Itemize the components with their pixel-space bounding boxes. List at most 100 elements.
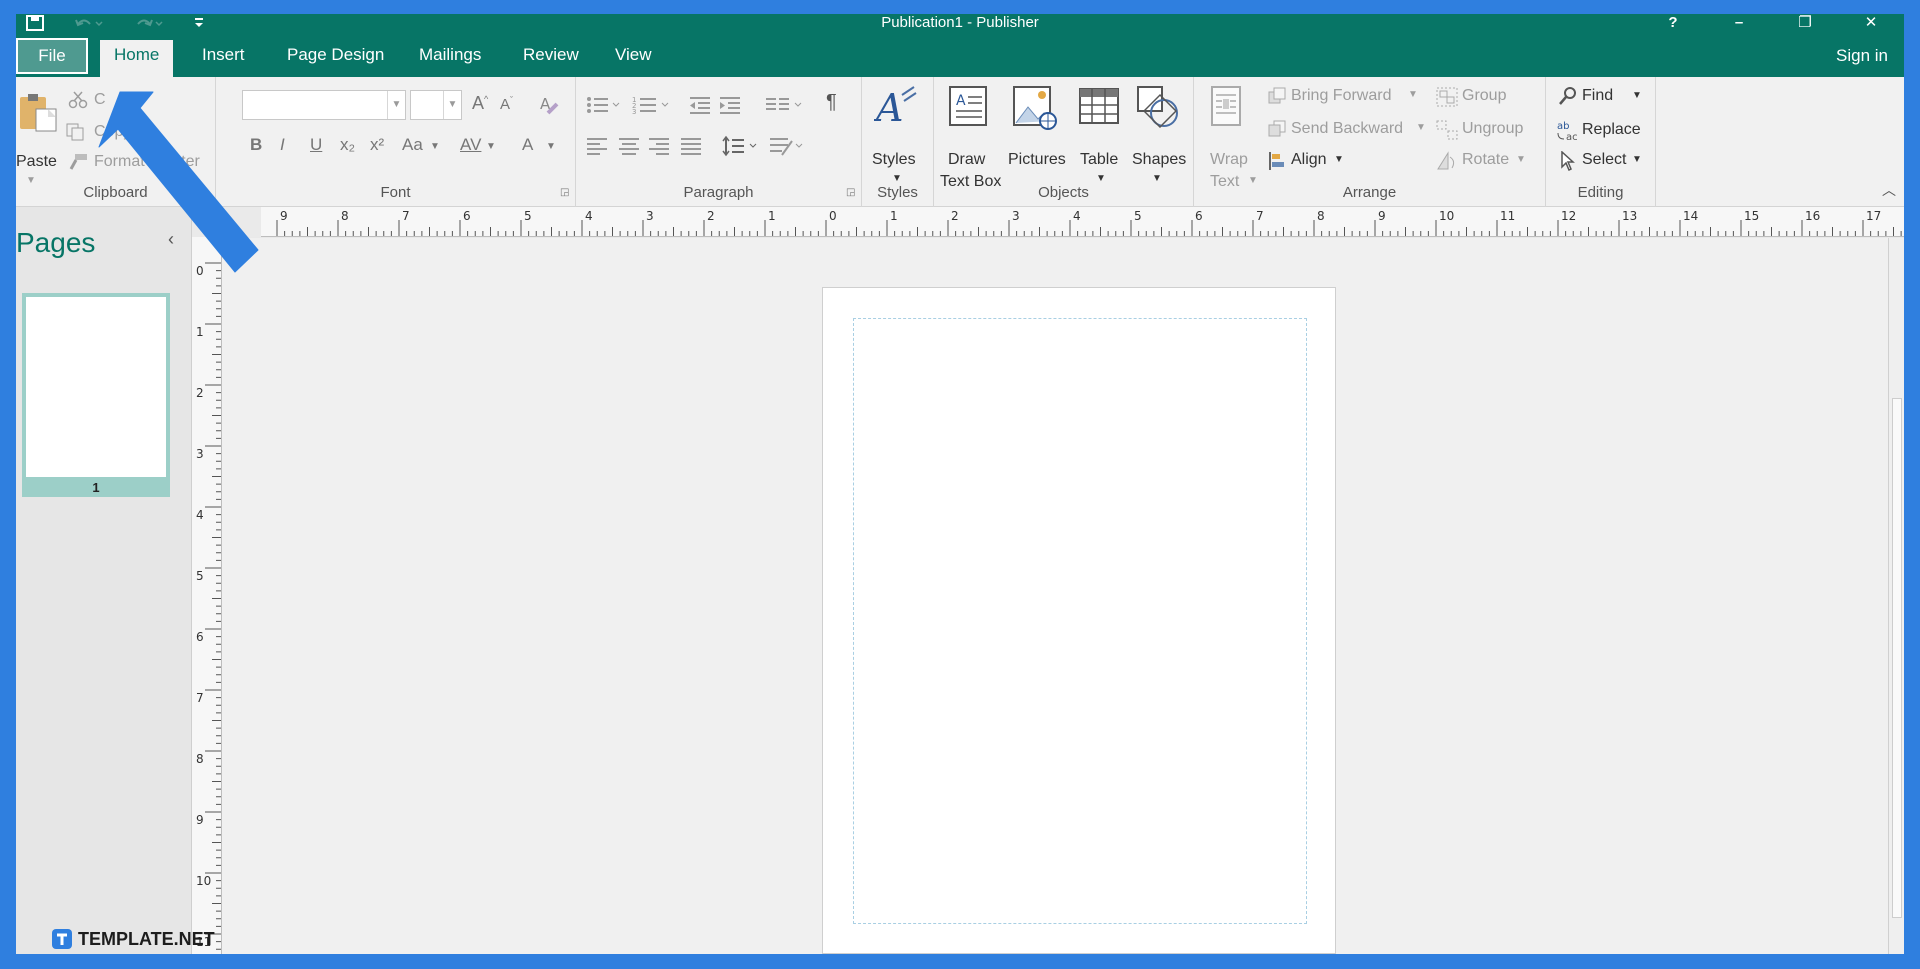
character-spacing-button[interactable]: AV bbox=[460, 135, 481, 155]
tab-mailings[interactable]: Mailings bbox=[405, 40, 495, 77]
subscript-button[interactable]: x₂ bbox=[340, 135, 355, 155]
copy-button[interactable]: Copy bbox=[94, 123, 131, 141]
bold-button[interactable]: B bbox=[250, 135, 262, 155]
chevron-down-icon[interactable]: ▼ bbox=[1632, 154, 1642, 165]
align-center-icon[interactable] bbox=[618, 137, 640, 160]
chevron-down-icon[interactable]: ▼ bbox=[1408, 89, 1418, 100]
find-button[interactable]: Find bbox=[1582, 87, 1613, 105]
chevron-down-icon[interactable]: ▼ bbox=[430, 141, 440, 152]
pictures-icon[interactable] bbox=[1012, 85, 1058, 136]
font-color-button[interactable]: A bbox=[522, 135, 533, 155]
decrease-indent-icon[interactable] bbox=[688, 95, 712, 120]
scrollbar-thumb[interactable] bbox=[1892, 398, 1902, 918]
chevron-down-icon[interactable]: ▼ bbox=[546, 141, 556, 152]
ungroup-icon[interactable] bbox=[1436, 120, 1458, 145]
align-button[interactable]: Align bbox=[1291, 151, 1327, 169]
wrap-text-label-1[interactable]: Wrap bbox=[1210, 151, 1248, 169]
select-cursor-icon[interactable] bbox=[1560, 150, 1576, 176]
format-painter-button[interactable]: Format Painter bbox=[94, 153, 200, 171]
rotate-icon[interactable] bbox=[1436, 151, 1458, 176]
grow-font-icon[interactable]: A^ bbox=[472, 93, 488, 114]
ungroup-button[interactable]: Ungroup bbox=[1462, 120, 1523, 138]
tab-review[interactable]: Review bbox=[509, 40, 593, 77]
rotate-button[interactable]: Rotate bbox=[1462, 151, 1509, 169]
vertical-ruler[interactable]: 0 1 2 3 4 5 6 7 8 9 10 11 bbox=[192, 237, 222, 954]
chevron-down-icon[interactable]: ▼ bbox=[1152, 173, 1162, 184]
replace-button[interactable]: Replace bbox=[1582, 121, 1641, 139]
chevron-down-icon[interactable]: ▼ bbox=[892, 173, 902, 184]
send-backward-button[interactable]: Send Backward bbox=[1291, 120, 1403, 138]
paste-icon[interactable] bbox=[18, 93, 60, 138]
page-thumbnail-preview bbox=[26, 297, 166, 477]
superscript-button[interactable]: x² bbox=[370, 135, 384, 155]
draw-text-box-label-1[interactable]: Draw bbox=[948, 151, 985, 169]
horizontal-ruler-label: 6 bbox=[463, 209, 471, 223]
publication-canvas[interactable] bbox=[222, 238, 1904, 954]
vertical-scrollbar[interactable] bbox=[1888, 238, 1904, 954]
paragraph-spacing-icon[interactable] bbox=[768, 135, 808, 162]
bring-forward-button[interactable]: Bring Forward bbox=[1291, 87, 1391, 105]
chevron-down-icon[interactable]: ▼ bbox=[1416, 122, 1426, 133]
bring-forward-icon[interactable] bbox=[1268, 87, 1286, 110]
chevron-down-icon[interactable]: ▼ bbox=[1632, 90, 1642, 101]
show-formatting-button[interactable]: ¶ bbox=[826, 91, 837, 114]
table-icon[interactable] bbox=[1078, 87, 1120, 130]
restore-button[interactable]: ❐ bbox=[1772, 14, 1838, 32]
font-size-combobox[interactable]: ▼ bbox=[410, 90, 462, 120]
font-name-combobox[interactable]: ▼ bbox=[242, 90, 406, 120]
copy-icon[interactable] bbox=[66, 123, 86, 146]
group-button[interactable]: Group bbox=[1462, 87, 1506, 105]
chevron-down-icon[interactable]: ▼ bbox=[1516, 154, 1526, 165]
cut-button[interactable]: C bbox=[94, 91, 106, 109]
align-objects-icon[interactable] bbox=[1268, 151, 1286, 176]
horizontal-ruler[interactable]: 9 8 7 6 5 4 3 2 1 0 1 2 3 4 5 6 7 8 9 10 11 12 13 14 15 16 17 bbox=[261, 207, 1904, 237]
draw-text-box-icon[interactable]: A bbox=[948, 85, 988, 132]
minimize-button[interactable]: – bbox=[1706, 14, 1772, 32]
underline-button[interactable]: U bbox=[310, 135, 322, 155]
tab-page-design[interactable]: Page Design bbox=[273, 40, 398, 77]
group-icon[interactable] bbox=[1436, 87, 1458, 112]
styles-button[interactable]: Styles bbox=[872, 151, 916, 169]
shapes-button[interactable]: Shapes bbox=[1132, 151, 1186, 169]
chevron-down-icon[interactable]: ▼ bbox=[1096, 173, 1106, 184]
chevron-down-icon[interactable]: ▼ bbox=[486, 141, 496, 152]
justify-icon[interactable] bbox=[680, 137, 702, 160]
collapse-pane-icon[interactable]: ‹ bbox=[168, 229, 174, 250]
select-button[interactable]: Select bbox=[1582, 151, 1626, 169]
table-button[interactable]: Table bbox=[1080, 151, 1118, 169]
collapse-ribbon-icon[interactable]: ︿ bbox=[1882, 180, 1896, 200]
change-case-button[interactable]: Aa bbox=[402, 135, 423, 155]
columns-icon[interactable] bbox=[764, 95, 804, 120]
numbering-icon[interactable]: 123 bbox=[632, 95, 672, 120]
align-left-icon[interactable] bbox=[586, 137, 608, 160]
cut-icon[interactable] bbox=[68, 91, 88, 114]
help-button[interactable]: ? bbox=[1640, 14, 1706, 32]
line-spacing-icon[interactable] bbox=[722, 135, 762, 162]
close-button[interactable]: ✕ bbox=[1838, 14, 1904, 32]
tab-home[interactable]: Home bbox=[100, 40, 174, 77]
chevron-down-icon[interactable]: ▼ bbox=[443, 91, 461, 119]
publication-page[interactable] bbox=[822, 287, 1336, 954]
chevron-down-icon[interactable]: ▼ bbox=[387, 91, 405, 119]
pictures-button[interactable]: Pictures bbox=[1008, 151, 1066, 169]
tab-view[interactable]: View bbox=[601, 40, 666, 77]
styles-icon[interactable]: A bbox=[873, 85, 918, 136]
chevron-down-icon[interactable]: ▼ bbox=[1334, 154, 1344, 165]
page-thumbnail[interactable]: 1 bbox=[22, 293, 170, 497]
find-icon[interactable] bbox=[1558, 86, 1578, 111]
send-backward-icon[interactable] bbox=[1268, 120, 1286, 143]
wrap-text-icon[interactable] bbox=[1210, 85, 1242, 134]
align-right-icon[interactable] bbox=[648, 137, 670, 160]
format-painter-icon[interactable] bbox=[68, 153, 88, 176]
shapes-icon[interactable] bbox=[1136, 85, 1180, 134]
shrink-font-icon[interactable]: Aˇ bbox=[500, 95, 513, 113]
tab-file[interactable]: File bbox=[16, 38, 88, 74]
bullets-icon[interactable] bbox=[586, 95, 622, 120]
tab-insert[interactable]: Insert bbox=[188, 40, 259, 77]
clear-formatting-icon[interactable]: A bbox=[538, 93, 560, 120]
increase-indent-icon[interactable] bbox=[718, 95, 742, 120]
italic-button[interactable]: I bbox=[280, 135, 285, 155]
sign-in-link[interactable]: Sign in bbox=[1836, 46, 1888, 66]
replace-icon[interactable]: ab ac bbox=[1556, 119, 1580, 146]
paste-button[interactable]: Paste bbox=[16, 153, 57, 171]
